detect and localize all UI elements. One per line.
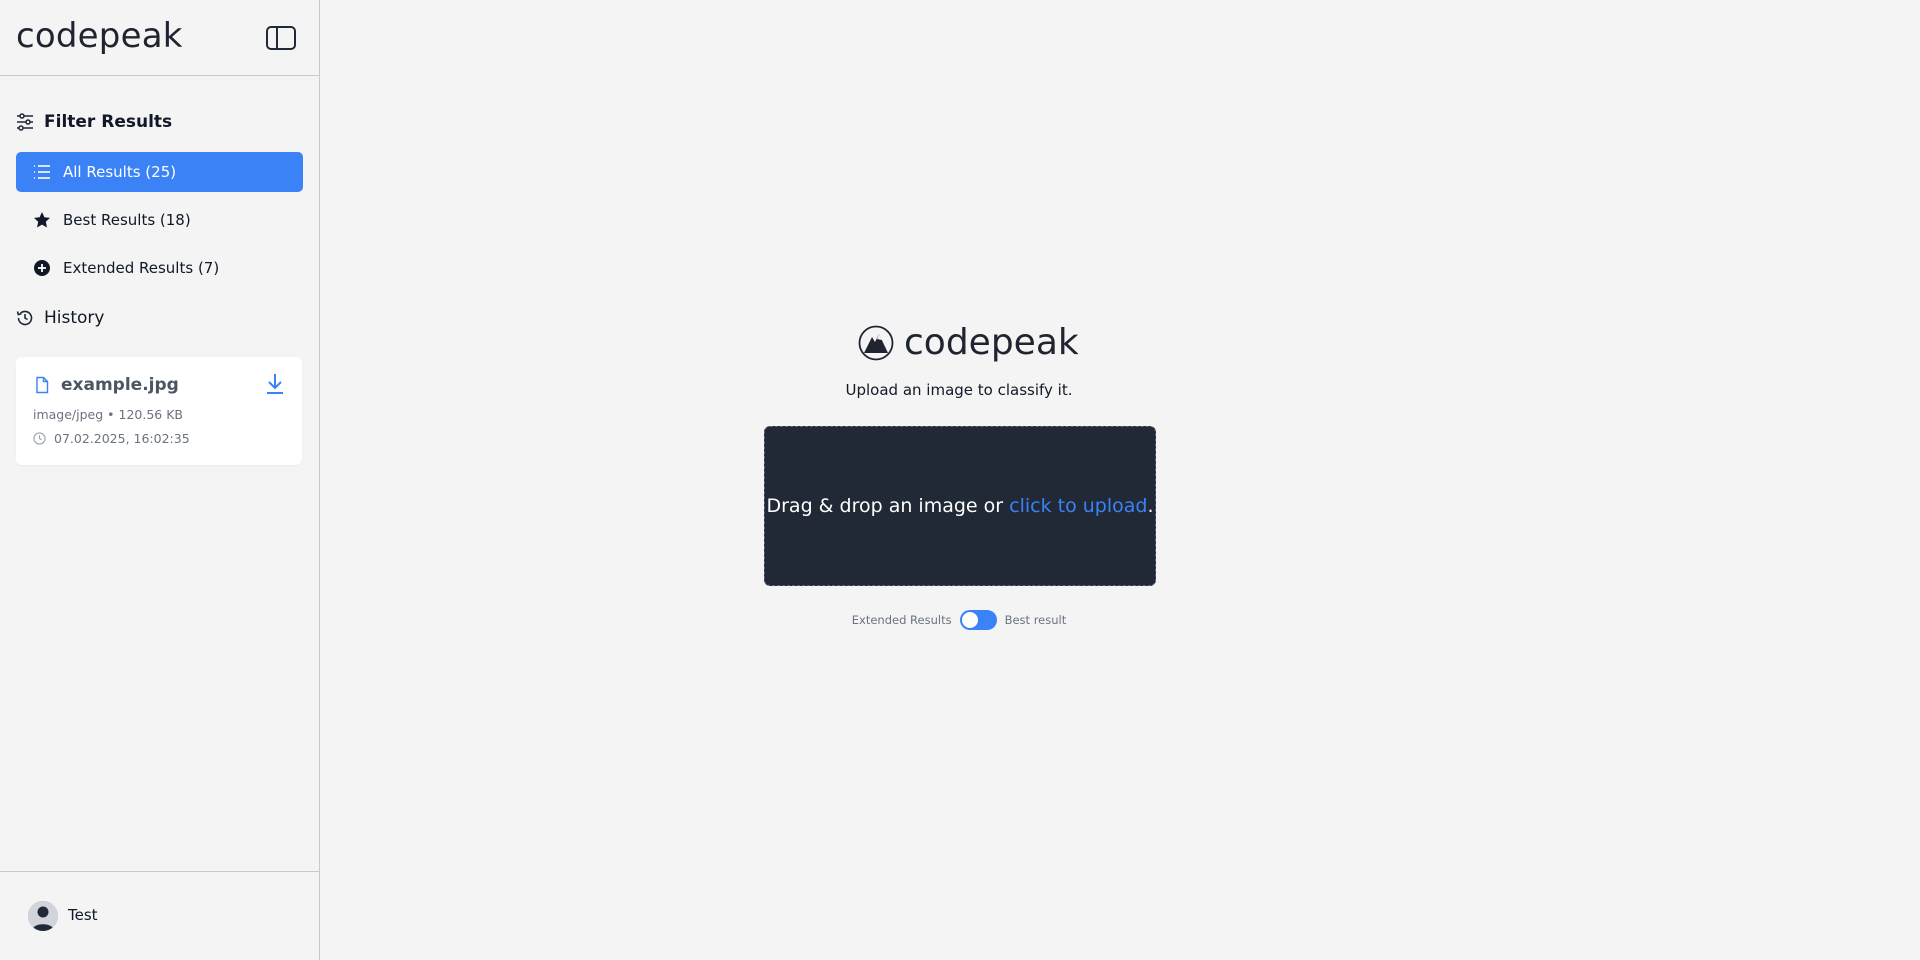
dropzone-prompt: Drag & drop an image or xyxy=(766,495,1010,517)
history-label: History xyxy=(44,308,105,328)
filter-all-results-label: All Results (25) xyxy=(63,163,177,181)
brand-title: codepeak xyxy=(16,16,183,56)
filter-all-results[interactable]: All Results (25) xyxy=(16,152,303,192)
mountain-logo-icon xyxy=(858,325,894,360)
dropzone-suffix: . xyxy=(1147,495,1154,517)
dropzone-text: Drag & drop an image or click to upload. xyxy=(766,495,1153,517)
history-file-name: example.jpg xyxy=(61,375,179,395)
avatar[interactable] xyxy=(28,901,58,931)
file-icon xyxy=(36,376,49,394)
history-item[interactable]: example.jpg image/jpeg • 120.56 KB 07.02… xyxy=(16,357,302,465)
sidebar-toggle-icon[interactable] xyxy=(266,26,296,50)
result-mode-switch[interactable] xyxy=(959,610,997,630)
click-to-upload-link[interactable]: click to upload xyxy=(1009,495,1147,517)
list-icon xyxy=(34,165,50,179)
user-icon xyxy=(28,901,58,931)
filter-best-results-label: Best Results (18) xyxy=(63,211,191,229)
main-logo: codepeak xyxy=(858,322,1079,363)
history-file-time-row: 07.02.2025, 16:02:35 xyxy=(33,431,190,446)
sidebar-header: codepeak xyxy=(0,0,319,76)
filter-extended-results[interactable]: Extended Results (7) xyxy=(16,248,303,288)
toggle-right-label: Best result xyxy=(1004,613,1067,627)
upload-subtitle: Upload an image to classify it. xyxy=(845,381,1073,399)
history-heading: History xyxy=(16,308,104,328)
toggle-left-label: Extended Results xyxy=(851,613,952,627)
image-dropzone[interactable]: Drag & drop an image or click to upload. xyxy=(764,426,1156,586)
history-icon xyxy=(16,310,33,326)
history-file-meta: image/jpeg • 120.56 KB xyxy=(33,407,183,422)
filter-results-heading: Filter Results xyxy=(16,112,172,132)
user-name: Test xyxy=(68,906,98,924)
filter-extended-results-label: Extended Results (7) xyxy=(63,259,220,277)
filter-best-results[interactable]: Best Results (18) xyxy=(16,200,303,240)
download-icon[interactable] xyxy=(264,372,286,396)
clock-icon xyxy=(33,432,46,445)
plus-circle-icon xyxy=(34,260,50,276)
history-file: example.jpg xyxy=(33,375,179,395)
main-content: codepeak Upload an image to classify it.… xyxy=(321,0,1920,960)
history-file-time: 07.02.2025, 16:02:35 xyxy=(54,431,190,446)
sidebar: codepeak Filter Results All Results (25)… xyxy=(0,0,320,960)
main-logo-text: codepeak xyxy=(904,322,1079,363)
sliders-icon xyxy=(17,113,33,131)
star-icon xyxy=(34,212,50,228)
result-mode-toggle-row: Extended Results Best result xyxy=(321,610,1597,630)
filter-results-label: Filter Results xyxy=(44,112,173,132)
sidebar-footer: Test xyxy=(0,871,319,960)
